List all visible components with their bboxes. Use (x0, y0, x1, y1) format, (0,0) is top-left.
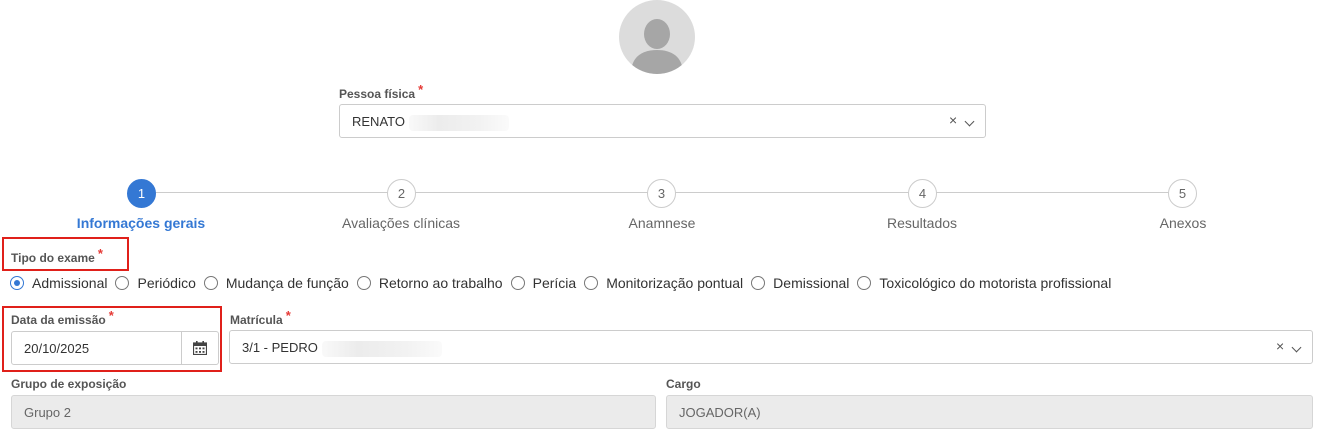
chevron-down-icon[interactable] (1291, 342, 1302, 353)
data-emissao-input[interactable]: 20/10/2025 (24, 341, 89, 356)
radio-icon[interactable] (584, 276, 599, 290)
step-4-circle[interactable]: 4 (908, 179, 937, 208)
radio-toxicologico-motorista[interactable]: Toxicológico do motorista profissional (857, 275, 1111, 291)
step-1-label[interactable]: Informações gerais (77, 215, 205, 231)
data-emissao-field[interactable]: 20/10/2025 (11, 331, 219, 365)
cargo-value: JOGADOR(A) (679, 405, 761, 420)
required-mark: * (97, 246, 103, 261)
user-silhouette-icon (631, 19, 683, 74)
pessoa-fisica-label: Pessoa física * (339, 82, 424, 101)
step-3-circle[interactable]: 3 (647, 179, 676, 208)
radio-demissional[interactable]: Demissional (751, 275, 849, 291)
grupo-exposicao-field: Grupo 2 (11, 395, 656, 429)
radio-pericia[interactable]: Perícia (510, 275, 576, 291)
radio-icon[interactable] (751, 276, 766, 290)
radio-monitorizacao-pontual[interactable]: Monitorização pontual (584, 275, 743, 291)
redacted-surname (321, 340, 442, 357)
pessoa-fisica-select[interactable]: RENATO × (339, 104, 986, 138)
grupo-exposicao-label: Grupo de exposição (11, 377, 127, 391)
tipo-exame-radio-group: Admissional Periódico Mudança de função … (10, 275, 1119, 291)
step-4-label[interactable]: Resultados (887, 215, 957, 231)
radio-admissional[interactable]: Admissional (10, 275, 107, 291)
clear-icon[interactable]: × (949, 112, 957, 128)
radio-icon[interactable] (356, 276, 371, 290)
required-mark: * (418, 82, 424, 97)
step-1-circle[interactable]: 1 (127, 179, 156, 208)
matricula-label: Matrícula * (230, 308, 291, 327)
redacted-surname (408, 114, 509, 131)
radio-icon[interactable] (203, 276, 218, 290)
chevron-down-icon[interactable] (964, 116, 975, 127)
data-emissao-label: Data da emissão * (11, 308, 114, 327)
radio-icon[interactable] (510, 276, 525, 290)
exam-form-page: Pessoa física * RENATO × 1 2 3 4 5 Inform… (0, 0, 1324, 433)
step-2-label[interactable]: Avaliações clínicas (342, 215, 460, 231)
matricula-value: 3/1 - PEDRO (242, 340, 318, 355)
clear-icon[interactable]: × (1276, 338, 1284, 354)
step-3-label[interactable]: Anamnese (629, 215, 696, 231)
step-5-circle[interactable]: 5 (1168, 179, 1197, 208)
radio-periodico[interactable]: Periódico (115, 275, 196, 291)
avatar[interactable] (619, 0, 695, 74)
radio-icon[interactable] (115, 276, 130, 290)
tipo-exame-label: Tipo do exame * (11, 246, 103, 265)
calendar-icon[interactable] (193, 341, 207, 355)
cargo-label: Cargo (666, 377, 701, 391)
matricula-select[interactable]: 3/1 - PEDRO × (229, 330, 1313, 364)
radio-mudanca-funcao[interactable]: Mudança de função (203, 275, 349, 291)
step-5-label[interactable]: Anexos (1160, 215, 1207, 231)
radio-retorno-trabalho[interactable]: Retorno ao trabalho (356, 275, 503, 291)
pessoa-fisica-value: RENATO (352, 114, 405, 129)
cargo-field: JOGADOR(A) (666, 395, 1313, 429)
step-2-circle[interactable]: 2 (387, 179, 416, 208)
grupo-exposicao-value: Grupo 2 (24, 405, 71, 420)
required-mark: * (108, 308, 114, 323)
radio-icon[interactable] (857, 276, 872, 290)
radio-checked-icon[interactable] (10, 276, 24, 290)
calendar-button[interactable] (181, 332, 218, 364)
required-mark: * (285, 308, 291, 323)
